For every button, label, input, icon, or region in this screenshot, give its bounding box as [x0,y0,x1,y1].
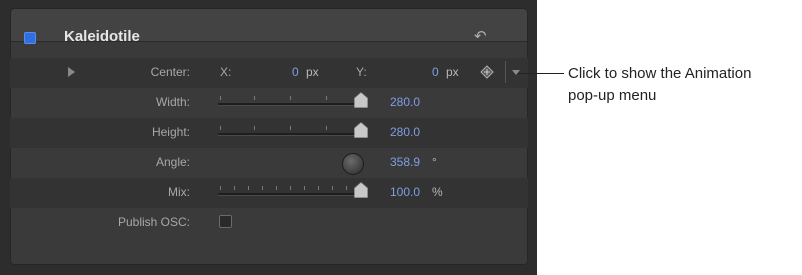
slider-thumb[interactable] [354,92,368,108]
publish-osc-label: Publish OSC: [117,215,190,229]
width-slider[interactable] [218,92,368,108]
filter-title: Kaleidotile [64,28,140,45]
height-label: Height: [151,125,190,139]
slider-thumb[interactable] [354,122,368,138]
height-slider[interactable] [218,122,368,138]
slider-thumb[interactable] [354,182,368,198]
center-y-value[interactable]: 0 [432,65,439,79]
param-row-angle: Angle: 358.9 ° [10,148,528,178]
mix-label: Mix: [168,185,190,199]
angle-value[interactable]: 358.9 [390,155,420,169]
enable-checkbox[interactable] [24,32,36,44]
param-row-publish-osc: Publish OSC: [10,208,528,238]
angle-unit: ° [432,155,437,169]
inspector-panel: Kaleidotile ↶ Center: X: 0 px Y: 0 px Wi… [0,0,537,275]
center-x-unit: px [306,65,319,79]
callout-line [518,73,564,74]
width-label: Width: [155,95,190,109]
param-row-width: Width: 280.0 [10,88,528,118]
publish-osc-checkbox[interactable] [219,215,232,228]
center-label: Center: [150,65,190,79]
width-value[interactable]: 280.0 [390,95,420,109]
param-row-height: Height: 280.0 [10,118,528,148]
angle-dial[interactable] [342,153,364,175]
disclosure-triangle-icon[interactable] [68,67,75,77]
center-x-label: X: [220,65,232,79]
callout-line-2: pop-up menu [568,87,657,104]
mix-unit: % [432,185,443,199]
center-y-label: Y: [356,65,367,79]
mix-value[interactable]: 100.0 [390,185,420,199]
keyframe-icon[interactable] [480,65,494,79]
animation-menu-button[interactable] [505,61,524,83]
center-y-unit: px [446,65,459,79]
height-value[interactable]: 280.0 [390,125,420,139]
callout-line-1: Click to show the Animation [568,65,752,82]
angle-label: Angle: [155,155,190,169]
param-row-center: Center: X: 0 px Y: 0 px [10,58,528,88]
mix-slider[interactable] [218,182,368,198]
reset-icon[interactable]: ↶ [474,27,487,45]
callout-text: Click to show the Animation pop-up menu [568,63,802,107]
param-row-mix: Mix: 100.0 % [10,178,528,208]
center-x-value[interactable]: 0 [292,65,299,79]
